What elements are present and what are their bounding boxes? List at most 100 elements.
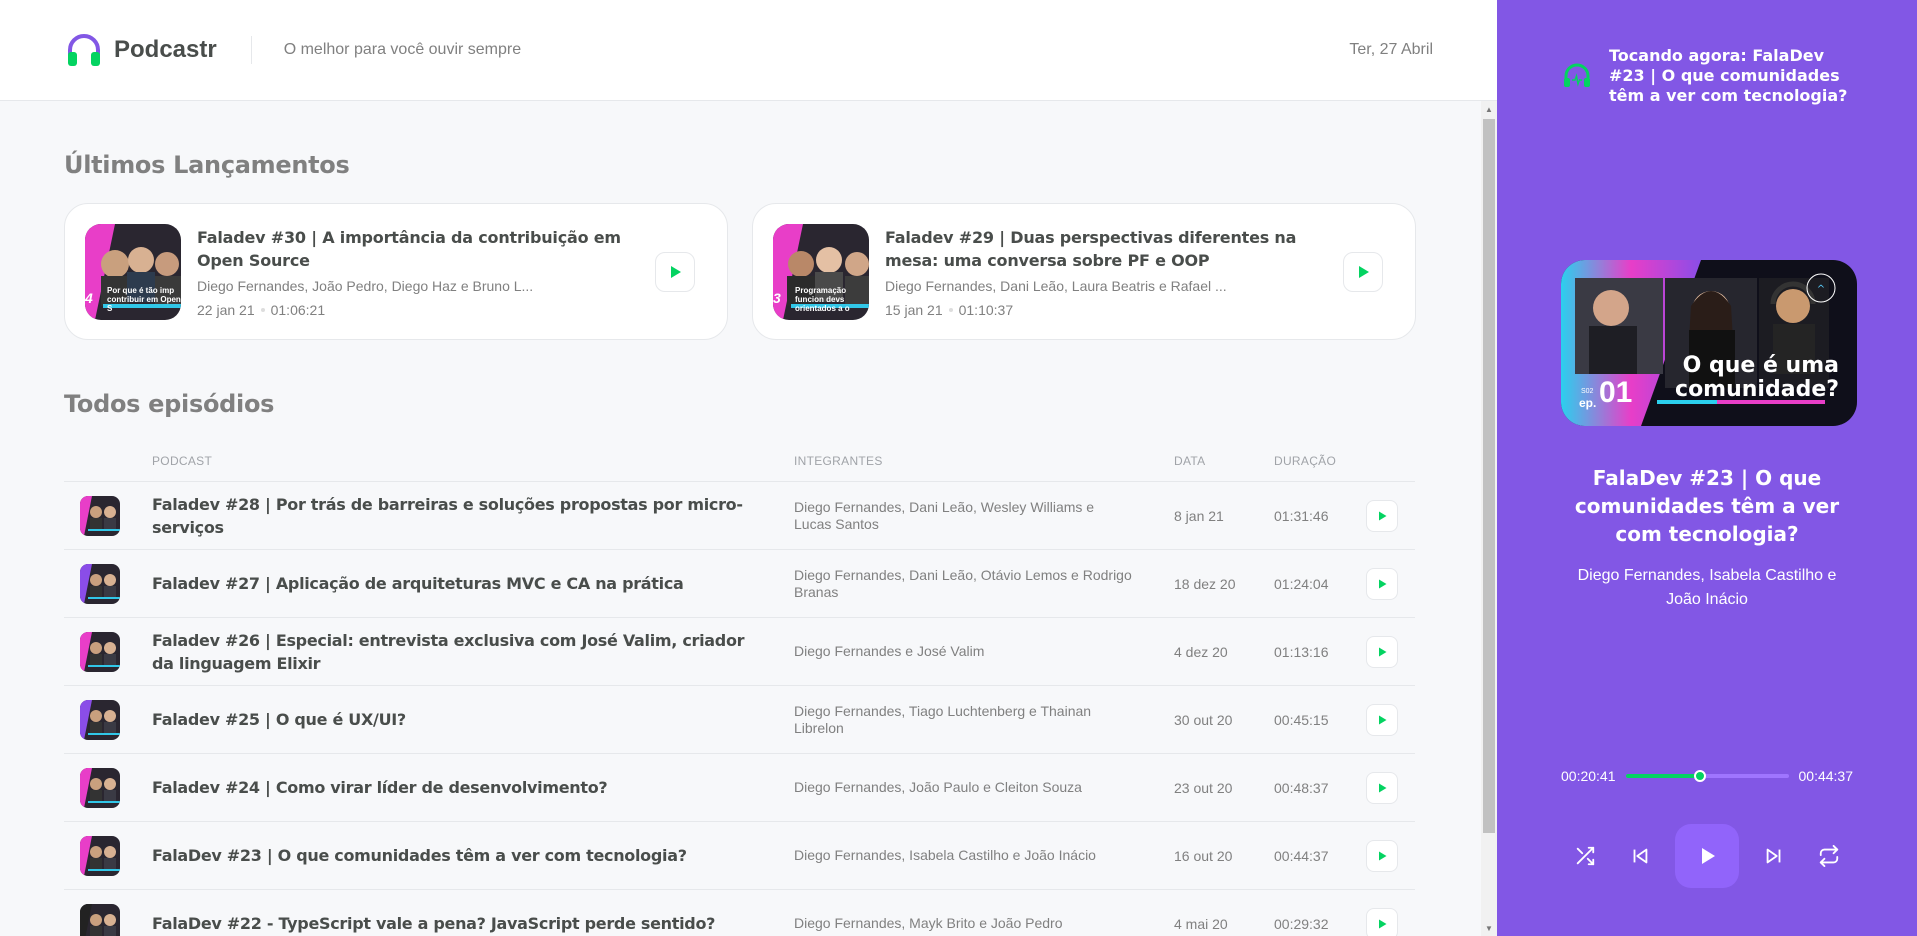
episode-thumbnail <box>80 563 120 604</box>
play-episode-button[interactable] <box>655 251 695 292</box>
play-episode-button[interactable] <box>1366 703 1398 736</box>
table-row: Faladev #24 | Como virar líder de desenv… <box>64 754 1415 822</box>
all-episodes-title: Todos episódios <box>64 390 275 418</box>
row-thumb-cell <box>64 699 152 740</box>
column-header-duration: Duração <box>1274 453 1337 468</box>
row-thumb-cell <box>64 563 152 604</box>
scroll-down-arrow-icon[interactable]: ▼ <box>1481 920 1497 936</box>
latest-episodes-list: Por que é tão imp contribuir em Open S 4… <box>64 203 1417 340</box>
row-play-cell <box>1366 499 1415 532</box>
next-button[interactable] <box>1754 836 1794 876</box>
episode-title-link[interactable]: Faladev #26 | Especial: entrevista exclu… <box>152 629 794 675</box>
progress-handle[interactable] <box>1694 770 1707 782</box>
table-row: Faladev #27 | Aplicação de arquiteturas … <box>64 550 1415 618</box>
episode-duration: 01:10:37 <box>958 301 1014 318</box>
episode-title-link[interactable]: FalaDev #22 - TypeScript vale a pena? Ja… <box>152 912 794 935</box>
play-episode-button[interactable] <box>1366 839 1398 872</box>
episode-cover: ^ O que é uma comunidade? S02 ep. 01 <box>1561 260 1857 426</box>
episode-thumbnail: Por que é tão imp contribuir em Open S 4 <box>85 223 181 320</box>
episode-title-link[interactable]: Faladev #24 | Como virar líder de desenv… <box>152 776 794 799</box>
episode-date: 8 jan 21 <box>1174 507 1224 524</box>
episode-duration: 01:24:04 <box>1274 575 1329 592</box>
episode-members: Diego Fernandes, Tiago Luchtenberg e Tha… <box>794 702 1092 736</box>
thumb-caption: Programação funcion devs orientados a o <box>795 285 850 313</box>
previous-button[interactable] <box>1620 836 1660 876</box>
latest-episode-card[interactable]: Programação funcion devs orientados a o … <box>752 203 1416 340</box>
episode-title-link[interactable]: Faladev #25 | O que é UX/UI? <box>152 708 794 731</box>
play-icon <box>1379 783 1387 792</box>
row-play-cell <box>1366 567 1415 600</box>
play-episode-button[interactable] <box>1366 635 1398 668</box>
header-divider <box>250 36 252 64</box>
now-playing-label: Tocando agora: FalaDev #23 | O que comun… <box>1609 46 1848 105</box>
scroll-up-arrow-icon[interactable]: ▲ <box>1481 101 1497 117</box>
play-episode-button[interactable] <box>1366 771 1398 804</box>
meta-separator <box>260 307 265 312</box>
total-time: 00:44:37 <box>1798 768 1854 784</box>
progress-slider[interactable] <box>1625 770 1789 782</box>
cover-title-line2: comunidade? <box>1675 377 1839 402</box>
play-episode-button[interactable] <box>1366 907 1398 936</box>
episode-date: 4 mai 20 <box>1174 915 1228 932</box>
svg-text:^: ^ <box>1817 284 1825 295</box>
episode-date: 30 out 20 <box>1174 711 1233 728</box>
play-episode-button[interactable] <box>1366 499 1398 532</box>
repeat-icon <box>1819 845 1839 867</box>
latest-episode-card[interactable]: Por que é tão imp contribuir em Open S 4… <box>64 203 728 340</box>
cover-title-line1: O que é uma <box>1682 353 1839 378</box>
episode-details: Faladev #29 | Duas perspectivas diferent… <box>885 226 1395 318</box>
shuffle-icon <box>1576 846 1595 866</box>
cover-ep-label: ep. <box>1579 396 1597 410</box>
episode-duration: 01:06:21 <box>270 301 326 318</box>
progress-fill <box>1625 774 1701 778</box>
skip-previous-icon <box>1633 848 1648 864</box>
episode-title-link[interactable]: Faladev #29 | Duas perspectivas diferent… <box>885 226 1335 272</box>
scrollbar-thumb[interactable] <box>1483 119 1495 833</box>
play-episode-button[interactable] <box>1366 567 1398 600</box>
episode-thumbnail: Programação funcion devs orientados a o … <box>773 223 869 320</box>
play-episode-button[interactable] <box>1343 251 1383 292</box>
table-row: FalaDev #23 | O que comunidades têm a ve… <box>64 822 1415 890</box>
episode-members: Diego Fernandes, João Pedro, Diego Haz e… <box>197 277 534 294</box>
play-icon <box>1379 647 1387 656</box>
progress-bar: 00:20:41 00:44:37 <box>1561 768 1853 784</box>
episode-date: 18 dez 20 <box>1174 575 1236 592</box>
episode-meta: 15 jan 21 01:10:37 <box>885 302 1335 318</box>
episode-thumbnail <box>80 835 120 876</box>
episode-duration: 01:31:46 <box>1274 507 1329 524</box>
skip-next-icon <box>1766 848 1781 864</box>
row-play-cell <box>1366 839 1415 872</box>
play-icon <box>1702 848 1715 864</box>
logo-text: Podcastr <box>114 36 217 63</box>
row-thumb-cell <box>64 495 152 536</box>
episode-title-link[interactable]: Faladev #30 | A importância da contribui… <box>197 226 647 272</box>
episode-duration: 00:45:15 <box>1274 711 1329 728</box>
episode-title-link[interactable]: Faladev #28 | Por trás de barreiras e so… <box>152 493 794 539</box>
episode-thumbnail <box>80 699 120 740</box>
episode-title-link[interactable]: FalaDev #23 | O que comunidades têm a ve… <box>152 844 794 867</box>
episode-members: Diego Fernandes, Mayk Brito e João Pedro <box>794 915 1063 931</box>
table-header: Podcast Integrantes Data Duração <box>64 440 1415 482</box>
table-row: Faladev #25 | O que é UX/UI? Diego Ferna… <box>64 686 1415 754</box>
main-scrollbar[interactable]: ▲ ▼ <box>1481 101 1497 936</box>
headphones-icon <box>1564 63 1590 87</box>
shuffle-button[interactable] <box>1565 836 1605 876</box>
header-date: Ter, 27 Abril <box>1349 41 1433 58</box>
episode-members: Diego Fernandes, Dani Leão, Otávio Lemos… <box>794 566 1132 600</box>
logo: Podcastr <box>64 30 217 70</box>
episode-duration: 00:48:37 <box>1274 779 1329 796</box>
latest-episodes-title: Últimos Lançamentos <box>64 151 350 179</box>
row-thumb-cell <box>64 767 152 808</box>
table-row: FalaDev #22 - TypeScript vale a pena? Ja… <box>64 890 1415 936</box>
episode-date: 23 out 20 <box>1174 779 1233 796</box>
play-icon <box>671 265 681 278</box>
episode-members: Diego Fernandes, Dani Leão, Laura Beatri… <box>885 277 1227 294</box>
cover-season: S02 <box>1581 388 1594 395</box>
episode-members: Diego Fernandes, João Paulo e Cleiton So… <box>794 779 1082 795</box>
repeat-button[interactable] <box>1809 836 1849 876</box>
thumb-number: 4 <box>85 289 93 306</box>
episode-thumbnail <box>80 903 120 936</box>
play-icon <box>1379 511 1387 520</box>
play-button[interactable] <box>1675 824 1739 888</box>
episode-title-link[interactable]: Faladev #27 | Aplicação de arquiteturas … <box>152 572 794 595</box>
